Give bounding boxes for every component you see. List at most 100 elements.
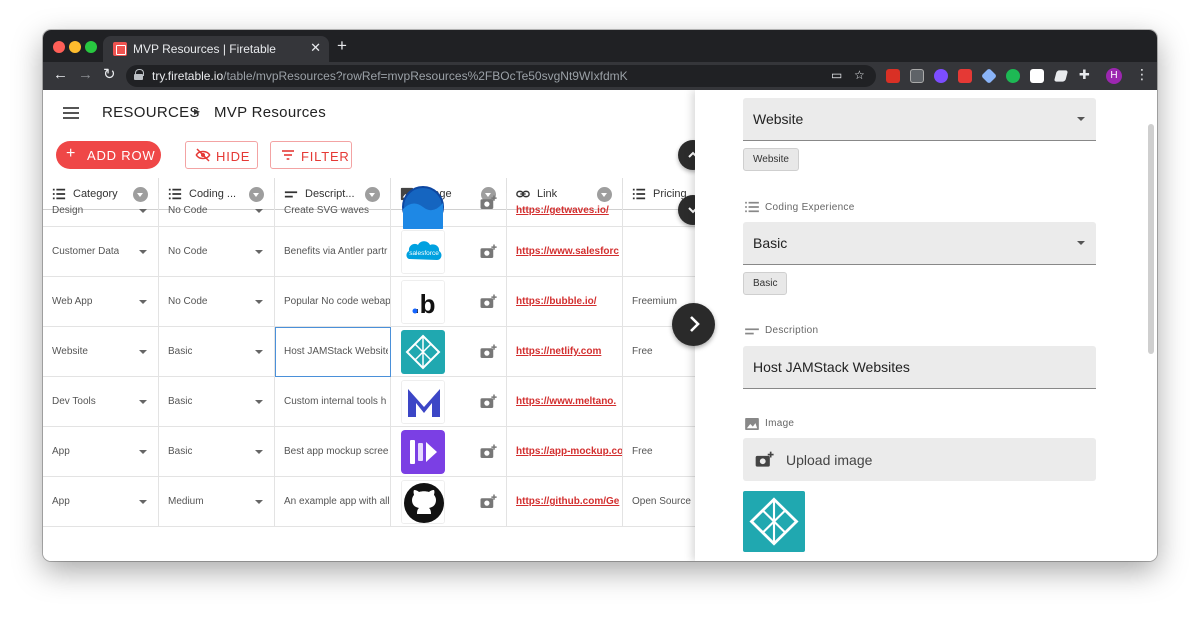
link-cell[interactable]: https://bubble.io/ <box>507 277 623 327</box>
dropdown-caret-icon[interactable] <box>255 250 263 254</box>
dropdown-caret-icon[interactable] <box>139 300 147 304</box>
dropdown-caret-icon[interactable] <box>255 300 263 304</box>
extension-2-icon[interactable] <box>910 69 924 83</box>
coding-cell[interactable]: Medium <box>159 477 275 527</box>
browser-tab[interactable]: MVP Resources | Firetable ✕ <box>103 36 329 62</box>
dropdown-caret-icon[interactable] <box>139 400 147 404</box>
category-cell[interactable]: Design <box>43 193 159 227</box>
browser-menu-icon[interactable]: ⋮ <box>1135 67 1149 81</box>
description-cell[interactable]: Custom internal tools h <box>275 377 391 427</box>
close-window-button[interactable] <box>53 41 65 53</box>
image-cell[interactable] <box>391 327 507 377</box>
description-cell[interactable]: An example app with all <box>275 477 391 527</box>
description-cell[interactable]: Popular No code webap <box>275 277 391 327</box>
coding-cell[interactable]: Basic <box>159 427 275 477</box>
description-field[interactable]: Host JAMStack Websites <box>743 346 1096 389</box>
minimize-window-button[interactable] <box>69 41 81 53</box>
dropdown-caret-icon[interactable] <box>139 500 147 504</box>
reload-button[interactable]: ↻ <box>103 66 116 84</box>
profile-avatar[interactable]: H <box>1106 68 1122 84</box>
link-cell[interactable]: https://github.com/Ge <box>507 477 623 527</box>
description-cell[interactable]: Best app mockup scree <box>275 427 391 477</box>
table-row[interactable]: Website Basic Host JAMStack Websites htt… <box>43 327 695 377</box>
cell-link[interactable]: https://getwaves.io/ <box>516 205 618 216</box>
maximize-window-button[interactable] <box>85 41 97 53</box>
cell-link[interactable]: https://www.meltano. <box>516 396 622 407</box>
add-photo-icon[interactable] <box>479 494 497 510</box>
cast-icon[interactable]: ▭ <box>831 68 842 82</box>
extension-4-icon[interactable] <box>958 69 972 83</box>
description-cell-selected[interactable]: Host JAMStack Websites <box>275 327 391 377</box>
description-cell[interactable]: Benefits via Antler partr <box>275 227 391 277</box>
address-bar[interactable]: try.firetable.io/table/mvpResources?rowR… <box>126 65 876 87</box>
dropdown-caret-icon[interactable] <box>139 450 147 454</box>
cell-link[interactable]: https://bubble.io/ <box>516 296 622 307</box>
table-row[interactable]: Customer Data No Code Benefits via Antle… <box>43 227 695 277</box>
image-cell[interactable] <box>391 186 507 229</box>
image-cell[interactable] <box>391 477 507 527</box>
breadcrumb-root[interactable]: RESOURCES <box>102 104 200 121</box>
image-cell[interactable] <box>391 377 507 427</box>
url-text[interactable]: try.firetable.io/table/mvpResources?rowR… <box>152 69 628 83</box>
image-cell[interactable]: salesforce <box>391 227 507 277</box>
dropdown-caret-icon[interactable] <box>255 209 263 213</box>
back-button[interactable]: ← <box>53 66 68 84</box>
dropdown-caret-icon[interactable] <box>255 450 263 454</box>
upload-image-button[interactable]: Upload image <box>743 438 1096 481</box>
table-row[interactable]: Web App No Code Popular No code webap .b… <box>43 277 695 327</box>
category-cell[interactable]: Dev Tools <box>43 377 159 427</box>
coding-experience-select[interactable]: Basic <box>743 222 1096 265</box>
table-row[interactable]: Design No Code Create SVG waves https://… <box>43 186 695 229</box>
cell-link[interactable]: https://app-mockup.co <box>516 446 622 457</box>
category-select[interactable]: Website <box>743 98 1096 141</box>
netlify-logo-preview[interactable] <box>743 491 805 552</box>
grammarly-icon[interactable] <box>1006 69 1020 83</box>
category-cell[interactable]: Website <box>43 327 159 377</box>
pricing-cell[interactable]: Open Source <box>623 477 695 527</box>
hide-columns-button[interactable]: HIDE <box>185 141 258 169</box>
add-photo-icon[interactable] <box>479 294 497 310</box>
category-cell[interactable]: App <box>43 477 159 527</box>
link-cell[interactable]: https://app-mockup.co <box>507 427 623 477</box>
add-photo-icon[interactable] <box>479 344 497 360</box>
table-row[interactable]: App Basic Best app mockup scree https://… <box>43 427 695 477</box>
dropdown-caret-icon[interactable] <box>255 400 263 404</box>
coding-cell[interactable]: No Code <box>159 277 275 327</box>
forward-button[interactable]: → <box>78 66 93 84</box>
category-cell[interactable]: Customer Data <box>43 227 159 277</box>
coding-cell[interactable]: No Code <box>159 193 275 227</box>
dropdown-caret-icon[interactable] <box>139 350 147 354</box>
description-cell[interactable]: Create SVG waves <box>275 193 391 227</box>
link-cell[interactable]: https://www.salesforc <box>507 227 623 277</box>
image-cell[interactable] <box>391 427 507 477</box>
category-cell[interactable]: App <box>43 427 159 477</box>
add-photo-icon[interactable] <box>479 444 497 460</box>
category-cell[interactable]: Web App <box>43 277 159 327</box>
pricing-cell[interactable] <box>623 377 695 427</box>
dropdown-caret-icon[interactable] <box>255 500 263 504</box>
dropdown-caret-icon[interactable] <box>139 250 147 254</box>
cell-link[interactable]: https://netlify.com <box>516 346 622 357</box>
pricing-cell[interactable]: Free <box>623 427 695 477</box>
table-row[interactable]: App Medium An example app with all https… <box>43 477 695 527</box>
bookmark-star-icon[interactable]: ☆ <box>854 68 865 82</box>
extension-5-icon[interactable] <box>981 68 997 84</box>
add-photo-icon[interactable] <box>479 195 497 211</box>
image-cell[interactable]: .b <box>391 277 507 327</box>
coding-cell[interactable]: Basic <box>159 327 275 377</box>
add-photo-icon[interactable] <box>479 244 497 260</box>
extension-1-icon[interactable] <box>886 69 900 83</box>
coding-cell[interactable]: Basic <box>159 377 275 427</box>
link-cell[interactable]: https://getwaves.io/ <box>507 193 623 227</box>
link-cell[interactable]: https://www.meltano. <box>507 377 623 427</box>
notion-icon[interactable] <box>1030 69 1044 83</box>
close-tab-icon[interactable]: ✕ <box>310 40 321 56</box>
filter-button[interactable]: FILTER <box>270 141 352 169</box>
toggle-side-panel-button[interactable] <box>672 303 715 346</box>
table-row[interactable]: Dev Tools Basic Custom internal tools h … <box>43 377 695 427</box>
extensions-puzzle-icon[interactable]: ✚ <box>1079 67 1093 82</box>
extension-8-icon[interactable] <box>1053 70 1069 82</box>
panel-scrollbar[interactable] <box>1148 124 1154 354</box>
cell-link[interactable]: https://github.com/Ge <box>516 496 622 507</box>
dropdown-caret-icon[interactable] <box>139 209 147 213</box>
